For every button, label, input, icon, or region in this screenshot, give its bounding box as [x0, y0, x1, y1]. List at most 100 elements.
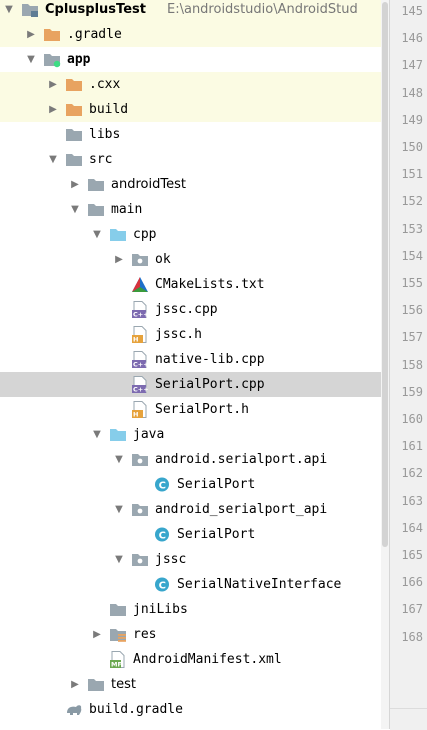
package-folder-icon	[131, 251, 149, 268]
tree-row[interactable]: ▶ .cxx	[0, 72, 381, 97]
line-number: 160	[401, 412, 423, 426]
expand-arrow-icon[interactable]: ▼	[113, 447, 125, 472]
line-number: 163	[401, 493, 423, 508]
project-path: E:\androidstudio\AndroidStud	[167, 2, 358, 17]
line-number: 153	[401, 221, 423, 236]
tree-row[interactable]: ▼ jssc	[0, 547, 381, 572]
cpp-file-icon: C++	[131, 376, 149, 394]
tree-row[interactable]: ▶ androidTest	[0, 172, 381, 197]
line-number: 146	[401, 31, 423, 46]
tree-row[interactable]: ▼ app	[0, 47, 381, 72]
tree-row[interactable]: ▼ main	[0, 197, 381, 222]
tree-item-label: src	[89, 152, 113, 167]
tree-item-label: java	[133, 427, 165, 442]
collapse-arrow-icon[interactable]: ▶	[25, 22, 37, 47]
line-number: 167	[401, 602, 423, 617]
tree-item-label: app	[67, 52, 91, 67]
folder-icon	[87, 676, 105, 693]
tree-row[interactable]: C++ jssc.cpp	[0, 297, 381, 322]
tree-item-label: .cxx	[89, 77, 121, 92]
expand-arrow-icon[interactable]: ▼	[69, 197, 81, 222]
tree-item-label: SerialPort.h	[155, 402, 249, 417]
line-number: 164	[401, 520, 423, 535]
tree-row[interactable]: ▼ java	[0, 422, 381, 447]
blue-folder-icon	[109, 426, 127, 443]
svg-text:MF: MF	[111, 661, 122, 669]
line-number: 162	[401, 466, 423, 481]
tree-item-label: cpp	[133, 227, 157, 242]
collapse-arrow-icon[interactable]: ▶	[69, 172, 81, 197]
expand-arrow-icon[interactable]: ▼	[91, 422, 103, 447]
svg-text:C: C	[159, 530, 166, 541]
tree-row[interactable]: C SerialPort	[0, 522, 381, 547]
tree-row[interactable]: jniLibs	[0, 597, 381, 622]
tree-item-label: SerialNativeInterface	[177, 577, 342, 592]
expand-arrow-icon[interactable]: ▼	[25, 47, 37, 72]
tree-row[interactable]: H SerialPort.h	[0, 397, 381, 422]
collapse-arrow-icon[interactable]: ▶	[91, 622, 103, 647]
tree-row[interactable]: CMakeLists.txt	[0, 272, 381, 297]
header-file-icon: H	[131, 401, 149, 419]
line-number: 150	[401, 140, 423, 154]
tree-row[interactable]: libs	[0, 122, 381, 147]
line-number: 166	[401, 575, 423, 590]
folder-icon	[109, 601, 127, 618]
tree-row[interactable]: ▶ build	[0, 97, 381, 122]
tree-item-label: build	[89, 102, 129, 117]
tree-row[interactable]: ▼ cpp	[0, 222, 381, 247]
android-module-folder-icon	[43, 51, 61, 68]
expand-arrow-icon[interactable]: ▼	[3, 0, 15, 22]
class-icon: C	[153, 576, 171, 593]
tree-row[interactable]: ▼ android.serialport.api	[0, 447, 381, 472]
tree-row[interactable]: ▶ res	[0, 622, 381, 647]
tree-item-label: SerialPort	[177, 527, 256, 542]
tree-row[interactable]: ▼ src	[0, 147, 381, 172]
tree-item-label: jssc	[155, 552, 187, 567]
orange-folder-icon	[65, 101, 83, 118]
tree-item-label: jssc.cpp	[155, 302, 218, 317]
orange-folder-icon	[65, 76, 83, 93]
cpp-file-icon: C++	[131, 301, 149, 319]
expand-arrow-icon[interactable]: ▼	[91, 222, 103, 247]
scrollbar-thumb[interactable]	[382, 2, 388, 547]
line-number: 165	[401, 548, 423, 562]
tree-item-label: SerialPort	[177, 477, 256, 492]
tree-row[interactable]: C++ SerialPort.cpp	[0, 372, 381, 397]
collapse-arrow-icon[interactable]: ▶	[69, 672, 81, 697]
svg-text:C++: C++	[133, 386, 149, 394]
folder-icon	[87, 176, 105, 193]
collapse-arrow-icon[interactable]: ▶	[47, 97, 59, 122]
svg-text:H: H	[133, 411, 138, 419]
tree-row[interactable]: ▶ ok	[0, 247, 381, 272]
tree-row[interactable]: ▼ android_serialport_api	[0, 497, 381, 522]
package-folder-icon	[131, 451, 149, 468]
line-number: 161	[401, 439, 423, 454]
folder-icon	[87, 201, 105, 218]
tree-row[interactable]: C SerialPort	[0, 472, 381, 497]
tree-item-label: test	[111, 677, 136, 692]
expand-arrow-icon[interactable]: ▼	[113, 497, 125, 522]
svg-text:C: C	[159, 480, 166, 491]
line-number: 154	[401, 248, 423, 263]
tree-row[interactable]: Hjssc.h	[0, 322, 381, 347]
expand-arrow-icon[interactable]: ▼	[47, 147, 59, 172]
line-number: 155	[401, 276, 423, 290]
tree-row[interactable]: build.gradle	[0, 697, 381, 722]
line-number: 151	[401, 167, 423, 182]
tree-item-label: native-lib.cpp	[155, 352, 265, 367]
tree-row[interactable]: C SerialNativeInterface	[0, 572, 381, 597]
collapse-arrow-icon[interactable]: ▶	[113, 247, 125, 272]
tree-row[interactable]: ▶ test	[0, 672, 381, 697]
tree-item-label: main	[111, 202, 143, 217]
tree-row[interactable]: MF AndroidManifest.xml	[0, 647, 381, 672]
tree-row[interactable]: C++ native-lib.cpp	[0, 347, 381, 372]
expand-arrow-icon[interactable]: ▼	[113, 547, 125, 572]
tree-row[interactable]: ▶ .gradle	[0, 22, 381, 47]
cmake-icon	[131, 276, 149, 293]
gutter-footer	[390, 708, 427, 730]
folder-icon	[65, 151, 83, 168]
manifest-file-icon: MF	[109, 651, 127, 669]
collapse-arrow-icon[interactable]: ▶	[47, 72, 59, 97]
tree-row[interactable]: ▼ CplusplusTest E:\androidstudio\AndroidSt…	[0, 0, 381, 22]
vertical-scrollbar[interactable]	[381, 0, 389, 729]
